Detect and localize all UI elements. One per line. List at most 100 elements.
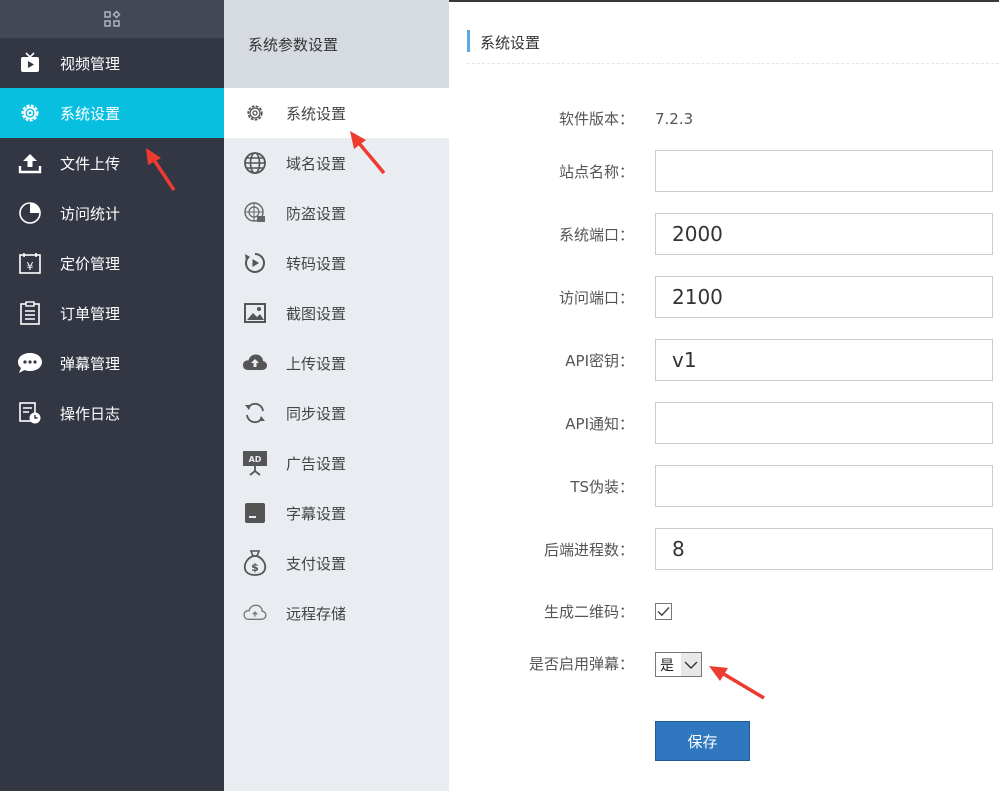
site-name-label: 站点名称： [558, 163, 634, 181]
sidebar-item-system-settings[interactable]: 系统设置 [0, 88, 224, 138]
submenu-item-label: 支付设置 [286, 554, 347, 573]
api-key-label: API密钥： [565, 352, 634, 370]
play-refresh-icon [224, 251, 286, 275]
tv-icon [0, 52, 60, 74]
save-button[interactable]: 保存 [655, 721, 750, 761]
system-port-input[interactable] [655, 213, 993, 255]
log-clock-icon [0, 401, 60, 425]
ts-disguise-input[interactable] [655, 465, 993, 507]
submenu-item-subtitle[interactable]: 字幕设置 [224, 488, 449, 538]
submenu-item-ads[interactable]: AD 广告设置 [224, 438, 449, 488]
submenu-item-sync[interactable]: 同步设置 [224, 388, 449, 438]
chevron-down-icon[interactable] [680, 653, 701, 676]
pie-chart-icon [0, 201, 60, 225]
gear-icon [224, 103, 286, 123]
main-sidebar: 视频管理 系统设置 文件上传 访问统计 ¥ 定价管理 订单管理 弹幕管理 操作日… [0, 0, 224, 791]
upload-icon [0, 152, 60, 174]
svg-text:$: $ [251, 561, 259, 574]
submenu-item-screenshot[interactable]: 截图设置 [224, 288, 449, 338]
backend-processes-input[interactable] [655, 528, 993, 570]
ad-board-icon: AD [224, 450, 286, 476]
form-row-site-name: 站点名称： [449, 150, 999, 194]
backend-processes-label: 后端进程数： [543, 541, 634, 559]
submenu-item-label: 转码设置 [286, 254, 347, 273]
danmu-label: 是否启用弹幕： [528, 655, 634, 673]
grid-menu-icon[interactable] [103, 10, 121, 28]
form-row-danmu: 是否启用弹幕： 是 [449, 642, 999, 686]
svg-text:¥: ¥ [27, 260, 34, 273]
form-row-backend-processes: 后端进程数： [449, 528, 999, 572]
api-notify-input[interactable] [655, 402, 993, 444]
system-port-label: 系统端口： [558, 226, 634, 244]
qrcode-checkbox[interactable] [655, 603, 672, 620]
subtitle-icon [224, 502, 286, 524]
sidebar-item-operation-log[interactable]: 操作日志 [0, 388, 224, 438]
version-value: 7.2.3 [655, 110, 694, 128]
submenu-item-label: 远程存储 [286, 604, 347, 623]
form-row-api-notify: API通知： [449, 402, 999, 446]
sidebar-item-label: 视频管理 [60, 54, 121, 73]
form-row-qrcode: 生成二维码： [449, 590, 999, 634]
sidebar-item-visit-stats[interactable]: 访问统计 [0, 188, 224, 238]
page-title-text: 系统设置 [480, 34, 541, 52]
svg-text:AD: AD [249, 455, 262, 464]
radar-lock-icon [224, 201, 286, 225]
site-name-input[interactable] [655, 150, 993, 192]
image-icon [224, 301, 286, 325]
sidebar-item-label: 操作日志 [60, 404, 121, 423]
qrcode-label: 生成二维码： [543, 603, 634, 621]
submenu-item-label: 截图设置 [286, 304, 347, 323]
sidebar-item-video[interactable]: 视频管理 [0, 38, 224, 88]
form-row-system-port: 系统端口： [449, 213, 999, 257]
globe-icon [224, 151, 286, 175]
sidebar-item-label: 弹幕管理 [60, 354, 121, 373]
price-calendar-icon: ¥ [0, 251, 60, 275]
gear-icon [0, 102, 60, 124]
money-bag-icon: $ [224, 550, 286, 576]
api-key-input[interactable] [655, 339, 993, 381]
submenu-item-transcode[interactable]: 转码设置 [224, 238, 449, 288]
submenu-item-label: 字幕设置 [286, 504, 347, 523]
danmu-select-value: 是 [660, 657, 674, 674]
page-title: 系统设置 [467, 30, 999, 64]
api-notify-label: API通知： [565, 415, 634, 433]
form-row-api-key: API密钥： [449, 339, 999, 383]
sidebar-item-danmu[interactable]: 弹幕管理 [0, 338, 224, 388]
submenu-item-label: 系统设置 [286, 104, 347, 123]
submenu-item-remote-storage[interactable]: 远程存储 [224, 588, 449, 638]
submenu-item-antileech[interactable]: 防盗设置 [224, 188, 449, 238]
sidebar-item-orders[interactable]: 订单管理 [0, 288, 224, 338]
ts-disguise-label: TS伪装： [570, 478, 634, 496]
sidebar-toggle[interactable] [0, 0, 224, 38]
access-port-input[interactable] [655, 276, 993, 318]
cloud-upload-icon [224, 352, 286, 374]
submenu-title: 系统参数设置 [224, 0, 449, 88]
settings-form-panel: 系统设置 软件版本： 7.2.3 站点名称： 系统端口： 访问端口： API密钥… [449, 0, 999, 791]
submenu-item-upload[interactable]: 上传设置 [224, 338, 449, 388]
submenu-item-payment[interactable]: $ 支付设置 [224, 538, 449, 588]
sidebar-item-label: 定价管理 [60, 254, 121, 273]
title-accent-bar [467, 30, 470, 52]
cloud-storage-icon [224, 603, 286, 623]
version-label: 软件版本： [558, 110, 634, 128]
top-border [449, 0, 999, 2]
sidebar-item-label: 文件上传 [60, 154, 121, 173]
sidebar-item-pricing[interactable]: ¥ 定价管理 [0, 238, 224, 288]
sidebar-item-file-upload[interactable]: 文件上传 [0, 138, 224, 188]
sidebar-item-label: 系统设置 [60, 104, 121, 123]
submenu-item-label: 防盗设置 [286, 204, 347, 223]
submenu-item-system-settings[interactable]: 系统设置 [224, 88, 449, 138]
submenu-item-label: 广告设置 [286, 454, 347, 473]
checkmark-icon [657, 606, 670, 617]
sidebar-item-label: 访问统计 [60, 204, 121, 223]
form-row-access-port: 访问端口： [449, 276, 999, 320]
sync-icon [224, 401, 286, 425]
chat-bubble-icon [0, 351, 60, 375]
submenu-item-domain[interactable]: 域名设置 [224, 138, 449, 188]
access-port-label: 访问端口： [558, 289, 634, 307]
sidebar-item-label: 订单管理 [60, 304, 121, 323]
form-row-ts-disguise: TS伪装： [449, 465, 999, 509]
danmu-select[interactable]: 是 [655, 652, 702, 677]
version-row: 软件版本： 7.2.3 [449, 97, 999, 141]
settings-submenu: 系统参数设置 系统设置 域名设置 防盗设置 转码设置 截图设置 上传设置 同步设… [224, 0, 449, 791]
